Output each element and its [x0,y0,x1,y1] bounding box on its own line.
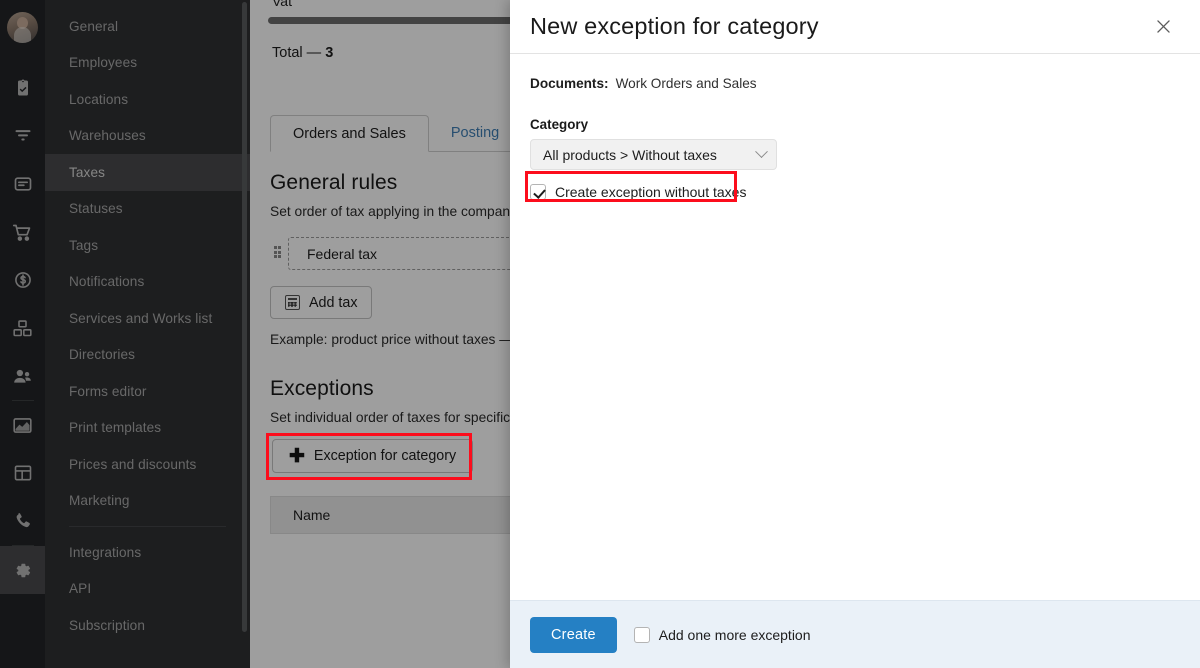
total-count-label: Total — 3 [272,45,333,61]
total-value: 3 [325,45,334,61]
documents-row: Documents: Work Orders and Sales [530,76,1180,91]
add-tax-button[interactable]: Add tax [270,286,373,319]
sidebar-item-integrations[interactable]: Integrations [45,534,250,571]
sidebar-item-employees[interactable]: Employees [45,45,250,82]
analytics-chart-icon[interactable] [0,401,45,449]
category-select[interactable]: All products > Without taxes [530,139,777,170]
sidebar-item-prices-and-discounts[interactable]: Prices and discounts [45,446,250,483]
sidebar-scrollbar[interactable] [242,2,247,632]
sidebar-item-tags[interactable]: Tags [45,227,250,264]
documents-value: Work Orders and Sales [615,76,757,91]
sidebar-item-forms-editor[interactable]: Forms editor [45,373,250,410]
sidebar-item-directories[interactable]: Directories [45,337,250,374]
sidebar-item-statuses[interactable]: Statuses [45,191,250,228]
exception-for-category-label: Exception for category [313,448,457,464]
tab-orders-and-sales[interactable]: Orders and Sales [270,115,429,152]
total-label-text: Total — [272,45,322,61]
checkbox-box [633,626,650,643]
create-without-taxes-checkbox[interactable]: Create exception without taxes [530,184,746,200]
modal-body: Documents: Work Orders and Sales Category… [510,54,1200,600]
plus-icon: ✚ [289,445,305,467]
example-note: Example: product price without taxes — 1… [270,332,533,347]
telephony-phone-icon[interactable] [0,497,45,545]
inbox-icon[interactable] [0,160,45,208]
add-tax-label: Add tax [309,294,358,311]
category-label: Category [530,117,589,132]
exceptions-description: Set individual order of taxes for specif… [270,410,532,425]
sidebar-item-marketing[interactable]: Marketing [45,483,250,520]
settings-menu-panel: General Employees Locations Warehouses T… [45,0,250,668]
finance-dollar-icon[interactable] [0,256,45,304]
general-rules-title: General rules [270,171,398,194]
checkbox-box [530,184,546,200]
exceptions-title: Exceptions [270,377,374,400]
sidebar-item-subscription[interactable]: Subscription [45,607,250,644]
chevron-down-icon [755,145,768,159]
tab-posting[interactable]: Posting [429,115,521,151]
add-one-more-exception-label: Add one more exception [658,626,811,643]
general-rules-description: Set order of tax applying in the company… [270,204,529,219]
add-one-more-exception-checkbox[interactable]: Add one more exception [633,626,811,643]
warehouse-boxes-icon[interactable] [0,304,45,352]
user-avatar[interactable] [7,12,38,43]
filter-funnel-icon[interactable] [0,112,45,160]
sidebar-item-services-and-works-list[interactable]: Services and Works list [45,300,250,337]
close-icon[interactable] [1146,10,1180,44]
create-without-taxes-label: Create exception without taxes [555,184,747,200]
settings-gear-icon[interactable] [0,546,45,594]
calculator-icon [285,295,300,310]
tax-rule-name: Federal tax [307,245,378,262]
drag-handle-icon[interactable] [274,246,281,260]
sidebar-item-warehouses[interactable]: Warehouses [45,118,250,155]
icon-rail [0,0,45,668]
sidebar-divider [69,526,226,527]
sidebar-item-api[interactable]: API [45,571,250,608]
modal-title: New exception for category [530,13,819,39]
modal-footer: Create Add one more exception [510,600,1200,668]
dashboard-grid-icon[interactable] [0,449,45,497]
create-button[interactable]: Create [530,616,617,653]
sidebar-item-notifications[interactable]: Notifications [45,264,250,301]
new-exception-modal: New exception for category Documents: Wor… [510,0,1200,668]
sidebar-item-print-templates[interactable]: Print templates [45,410,250,447]
exception-for-category-button[interactable]: ✚ Exception for category [272,439,474,473]
shopping-cart-icon[interactable] [0,208,45,256]
category-selected-value: All products > Without taxes [543,146,717,163]
tasks-clipboard-icon[interactable] [0,64,45,112]
sidebar-item-taxes[interactable]: Taxes [45,154,250,191]
clients-users-icon[interactable] [0,352,45,400]
clipped-vat-label: Vat [272,0,292,9]
column-header-name: Name [293,507,331,523]
modal-header: New exception for category [510,0,1200,54]
documents-label: Documents: [530,76,609,91]
sidebar-item-general[interactable]: General [45,8,250,45]
app-root: Vat Total — 3 Orders and Sales Posting G… [0,0,1200,668]
sidebar-item-locations[interactable]: Locations [45,81,250,118]
